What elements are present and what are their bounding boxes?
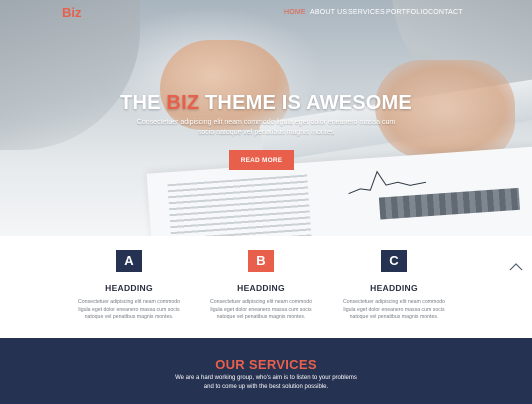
services-title: OUR SERVICES bbox=[215, 357, 317, 372]
feature-title: HEADDING bbox=[370, 283, 418, 293]
nav-item-contact[interactable]: CONTACT bbox=[428, 9, 463, 16]
nav-item-home[interactable]: HOME bbox=[284, 9, 306, 16]
services-section: OUR SERVICES We are a hard working group… bbox=[0, 338, 532, 404]
chevron-up-icon[interactable] bbox=[509, 261, 523, 273]
hero-subtitle: Consectetuer adipiscing elit neam commod… bbox=[136, 119, 396, 136]
hero-photo-hand-left bbox=[160, 40, 290, 130]
hero-photo-paper-rows bbox=[167, 174, 312, 236]
nav-item-portfolio[interactable]: PORTFOLIO bbox=[386, 9, 428, 16]
feature-badge: A bbox=[116, 250, 142, 272]
hero-title: THE BIZ THEME IS AWESOME bbox=[0, 92, 532, 115]
nav-item-services[interactable]: SERVICES bbox=[348, 9, 385, 16]
feature-text: Consectetuer adipiscing elit neam commod… bbox=[342, 299, 446, 321]
feature-text: Consectetuer adipiscing elit neam commod… bbox=[77, 299, 181, 321]
feature-card: A HEADDING Consectetuer adipiscing elit … bbox=[59, 250, 199, 322]
feature-card: C HEADDING Consectetuer adipiscing elit … bbox=[324, 250, 464, 322]
hero-title-part2: THEME IS AWESOME bbox=[205, 92, 412, 114]
services-description-line: and to come up with the best solution po… bbox=[203, 384, 329, 390]
feature-badge: B bbox=[248, 250, 274, 272]
services-description-line: We are a hard working group, who's aim i… bbox=[175, 375, 357, 381]
hero-photo-paper bbox=[146, 146, 532, 236]
hero-title-accent: BIZ bbox=[166, 92, 200, 114]
feature-badge: C bbox=[381, 250, 407, 272]
site-logo[interactable]: Biz bbox=[62, 5, 82, 20]
hero-photo-sleeve-left bbox=[0, 0, 140, 150]
read-more-button[interactable]: READ MORE bbox=[229, 150, 294, 170]
hero-photo-paper-graph bbox=[348, 170, 427, 195]
feature-title: HEADDING bbox=[105, 283, 153, 293]
feature-text: Consectetuer adipiscing elit neam commod… bbox=[209, 299, 313, 321]
feature-card: B HEADDING Consectetuer adipiscing elit … bbox=[191, 250, 331, 322]
nav-item-about-us[interactable]: ABOUT US bbox=[310, 9, 347, 16]
hero-title-part1: THE bbox=[120, 92, 161, 114]
feature-title: HEADDING bbox=[237, 283, 285, 293]
